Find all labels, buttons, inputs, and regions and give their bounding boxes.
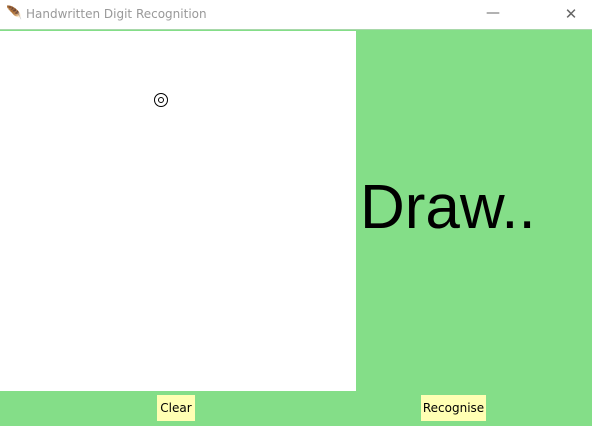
minimize-button[interactable]: — (470, 0, 516, 29)
recognise-button[interactable]: Recognise (421, 395, 486, 421)
feather-icon: 🪶 (6, 6, 23, 21)
clear-button[interactable]: Clear (157, 395, 195, 421)
crosshair-cursor-icon (154, 93, 168, 107)
title-bar: 🪶 Handwritten Digit Recognition — ✕ (0, 0, 592, 30)
close-button[interactable]: ✕ (550, 0, 592, 29)
drawing-canvas[interactable] (0, 31, 356, 391)
window-title: Handwritten Digit Recognition (26, 7, 207, 21)
result-label: Draw.. (360, 173, 536, 242)
